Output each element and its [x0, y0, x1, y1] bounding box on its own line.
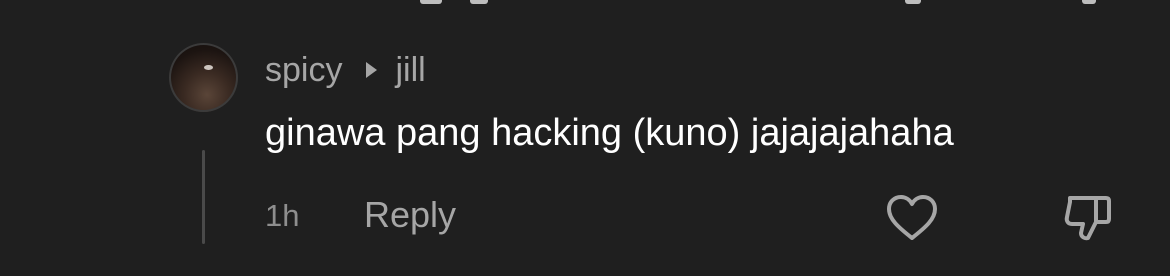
reply-button[interactable]: Reply — [364, 194, 456, 236]
comment-body: ginawa pang hacking (kuno) jajajajahaha — [265, 112, 954, 154]
dislike-button[interactable] — [1060, 190, 1116, 246]
thread-line — [202, 150, 205, 244]
like-button[interactable] — [884, 190, 940, 246]
heart-icon — [887, 195, 937, 240]
avatar-highlight — [204, 65, 213, 70]
reply-to-name[interactable]: jill — [395, 51, 425, 90]
remnant-mark — [1082, 0, 1096, 4]
previous-comment-remnant — [0, 0, 1170, 8]
avatar[interactable] — [169, 43, 238, 112]
thumbs-down-icon — [1064, 196, 1111, 241]
comment-header: spicy jill — [265, 48, 426, 92]
timestamp: 1h — [265, 198, 300, 233]
caret-right-icon — [366, 62, 378, 78]
author-name[interactable]: spicy — [265, 51, 342, 90]
remnant-mark — [905, 0, 921, 4]
remnant-mark — [420, 0, 442, 4]
remnant-mark — [470, 0, 488, 4]
